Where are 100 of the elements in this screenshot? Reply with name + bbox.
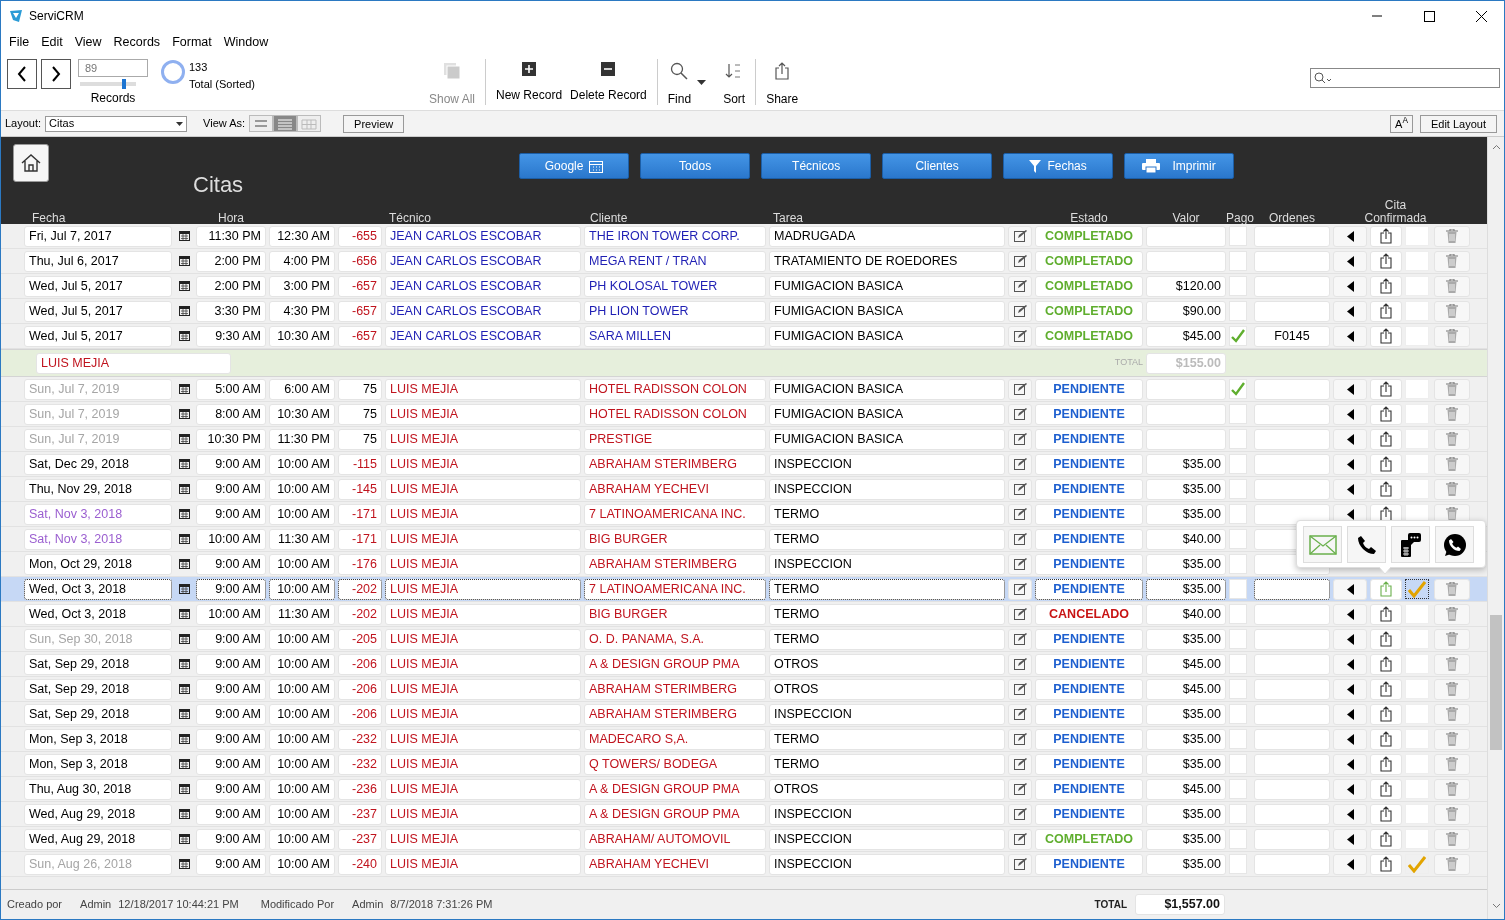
forward-button[interactable]	[41, 59, 71, 89]
value-field[interactable]	[1146, 378, 1226, 400]
time-field[interactable]: 10:00 AM	[269, 628, 335, 650]
delete-button[interactable]: Delete Record	[566, 62, 651, 104]
client-field[interactable]: ABRAHAM STERIMBERG	[584, 703, 766, 725]
time-field[interactable]: 4:00 PM	[269, 250, 335, 272]
expand-button[interactable]	[1333, 753, 1367, 775]
delete-button[interactable]	[1434, 603, 1470, 625]
edit-icon[interactable]	[1013, 305, 1027, 317]
time-field[interactable]: 10:00 AM	[269, 503, 335, 525]
calendar-icon[interactable]	[178, 809, 190, 819]
calendar-icon[interactable]	[178, 834, 190, 844]
edit-icon[interactable]	[1013, 733, 1027, 745]
time-field[interactable]: 9:00 AM	[196, 553, 266, 575]
edit-icon[interactable]	[1013, 330, 1027, 342]
time-field[interactable]: 10:00 AM	[269, 803, 335, 825]
table-row[interactable]: Sat, Dec 29, 2018 9:00 AM 10:00 AM -115 LUIS MEJIA ABRAHAM STERIMBERG INSPECCION PENDIENTE $35.00	[1, 452, 1487, 477]
technician-field[interactable]: LUIS MEJIA	[385, 603, 581, 625]
time-field[interactable]: 9:00 AM	[196, 478, 266, 500]
table-row[interactable]: Mon, Oct 29, 2018 9:00 AM 10:00 AM -176 LUIS MEJIA ABRAHAM STERIMBERG INSPECCION PENDIENTE $35.00	[1, 552, 1487, 577]
menu-item[interactable]: Records	[107, 32, 167, 52]
technician-field[interactable]: JEAN CARLOS ESCOBAR	[385, 250, 581, 272]
expand-button[interactable]	[1333, 653, 1367, 675]
task-field[interactable]: FUMIGACION BASICA	[769, 403, 1005, 425]
calendar-icon[interactable]	[178, 509, 190, 519]
delete-button[interactable]	[1434, 703, 1470, 725]
calendar-icon[interactable]	[178, 659, 190, 669]
calendar-icon[interactable]	[178, 759, 190, 769]
date-field[interactable]: Wed, Jul 5, 2017	[24, 275, 172, 297]
delete-button[interactable]	[1434, 250, 1470, 272]
task-field[interactable]: FUMIGACION BASICA	[769, 275, 1005, 297]
table-row[interactable]: Wed, Oct 3, 2018 10:00 AM 11:30 AM -202 LUIS MEJIA BIG BURGER TERMO CANCELADO $40.00	[1, 602, 1487, 627]
delete-button[interactable]	[1434, 728, 1470, 750]
technician-field[interactable]: LUIS MEJIA	[385, 528, 581, 550]
technician-field[interactable]: JEAN CARLOS ESCOBAR	[385, 275, 581, 297]
task-field[interactable]: OTROS	[769, 678, 1005, 700]
technician-field[interactable]: LUIS MEJIA	[385, 553, 581, 575]
value-field[interactable]: $35.00	[1146, 453, 1226, 475]
edit-icon[interactable]	[1013, 458, 1027, 470]
status-field[interactable]: PENDIENTE	[1035, 853, 1143, 875]
edit-icon[interactable]	[1013, 383, 1027, 395]
client-field[interactable]: ABRAHAM STERIMBERG	[584, 553, 766, 575]
time-field[interactable]: 4:30 PM	[269, 300, 335, 322]
paid-checkbox[interactable]	[1229, 479, 1247, 499]
back-button[interactable]	[7, 59, 37, 89]
value-field[interactable]: $45.00	[1146, 325, 1226, 347]
time-field[interactable]: 10:30 AM	[269, 403, 335, 425]
expand-button[interactable]	[1333, 478, 1367, 500]
table-row[interactable]: Sun, Jul 7, 2019 5:00 AM 6:00 AM 75 LUIS MEJIA HOTEL RADISSON COLON FUMIGACION BASICA PENDIENTE	[1, 377, 1487, 402]
edit-layout-button[interactable]: Edit Layout	[1419, 114, 1497, 133]
value-field[interactable]	[1146, 403, 1226, 425]
technician-field[interactable]: JEAN CARLOS ESCOBAR	[385, 325, 581, 347]
paid-checkbox[interactable]	[1229, 779, 1247, 799]
client-field[interactable]: SARA MILLEN	[584, 325, 766, 347]
header-button[interactable]: Técnicos	[761, 153, 872, 179]
calendar-icon[interactable]	[178, 484, 190, 494]
edit-icon[interactable]	[1013, 280, 1027, 292]
technician-field[interactable]: JEAN CARLOS ESCOBAR	[385, 225, 581, 247]
technician-field[interactable]: LUIS MEJIA	[385, 803, 581, 825]
expand-button[interactable]	[1333, 225, 1367, 247]
find-button[interactable]: Find	[663, 62, 696, 108]
edit-icon[interactable]	[1013, 708, 1027, 720]
time-field[interactable]: 10:00 AM	[269, 653, 335, 675]
status-field[interactable]: PENDIENTE	[1035, 553, 1143, 575]
status-field[interactable]: PENDIENTE	[1035, 528, 1143, 550]
menu-item[interactable]: Format	[166, 32, 218, 52]
table-row[interactable]: Wed, Aug 29, 2018 9:00 AM 10:00 AM -237 LUIS MEJIA A & DESIGN GROUP PMA INSPECCION PENDIENTE $35.00	[1, 802, 1487, 827]
paid-checkbox[interactable]	[1229, 504, 1247, 524]
paid-checkbox[interactable]	[1229, 704, 1247, 724]
value-field[interactable]: $35.00	[1146, 553, 1226, 575]
client-field[interactable]: PH LION TOWER	[584, 300, 766, 322]
paid-checkbox[interactable]	[1229, 754, 1247, 774]
date-field[interactable]: Thu, Jul 6, 2017	[24, 250, 172, 272]
client-field[interactable]: PRESTIGE	[584, 428, 766, 450]
expand-button[interactable]	[1333, 728, 1367, 750]
view-toggle-button[interactable]	[273, 115, 298, 132]
value-field[interactable]: $35.00	[1146, 753, 1226, 775]
client-field[interactable]: A & DESIGN GROUP PMA	[584, 778, 766, 800]
table-row[interactable]: Sat, Sep 29, 2018 9:00 AM 10:00 AM -206 LUIS MEJIA A & DESIGN GROUP PMA OTROS PENDIENTE $45.00	[1, 652, 1487, 677]
status-field[interactable]: PENDIENTE	[1035, 453, 1143, 475]
whatsapp-button[interactable]	[1435, 526, 1474, 563]
edit-icon[interactable]	[1013, 533, 1027, 545]
client-field[interactable]: MADECARO S,A.	[584, 728, 766, 750]
status-field[interactable]: PENDIENTE	[1035, 753, 1143, 775]
technician-field[interactable]: LUIS MEJIA	[385, 403, 581, 425]
expand-button[interactable]	[1333, 678, 1367, 700]
status-field[interactable]: PENDIENTE	[1035, 778, 1143, 800]
expand-button[interactable]	[1333, 428, 1367, 450]
font-size-button[interactable]: A$^{A}$	[1390, 114, 1413, 133]
task-field[interactable]: TRATAMIENTO DE ROEDORES	[769, 250, 1005, 272]
client-field[interactable]: BIG BURGER	[584, 528, 766, 550]
client-field[interactable]: ABRAHAM STERIMBERG	[584, 453, 766, 475]
paid-checkbox[interactable]	[1229, 404, 1247, 424]
dropdown-caret-icon[interactable]	[697, 80, 708, 86]
task-field[interactable]: INSPECCION	[769, 853, 1005, 875]
time-field[interactable]: 9:00 AM	[196, 578, 266, 600]
calendar-icon[interactable]	[178, 231, 190, 241]
task-field[interactable]: TERMO	[769, 753, 1005, 775]
client-field[interactable]: O. D. PANAMA, S.A.	[584, 628, 766, 650]
value-field[interactable]	[1146, 225, 1226, 247]
